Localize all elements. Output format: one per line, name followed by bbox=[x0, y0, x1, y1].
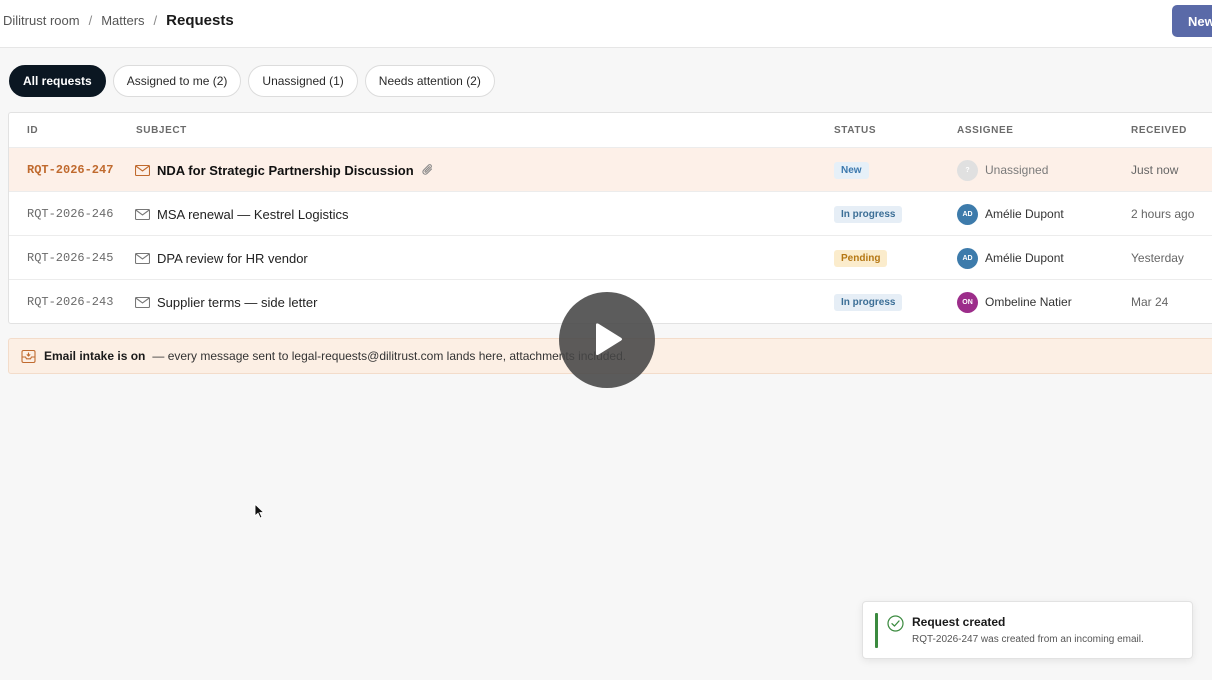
request-id: RQT-2026-247 bbox=[27, 163, 114, 177]
breadcrumb-separator: / bbox=[153, 13, 158, 28]
toast-message: RQT-2026-247 was created from an incomin… bbox=[912, 634, 1144, 645]
request-id: RQT-2026-246 bbox=[27, 207, 114, 221]
avatar: ON bbox=[957, 291, 978, 313]
breadcrumb-dilitrust-room[interactable]: Dilitrust room bbox=[3, 13, 80, 28]
check-circle-icon bbox=[887, 615, 904, 632]
request-subject: DPA review for HR vendor bbox=[157, 250, 308, 266]
tab-needs-attention[interactable]: Needs attention (2) bbox=[364, 65, 495, 97]
request-id: RQT-2026-245 bbox=[27, 251, 114, 265]
mail-icon bbox=[135, 164, 150, 176]
assignee-name: Unassigned bbox=[985, 163, 1049, 177]
banner-text: — every message sent to legal-requests@d… bbox=[152, 349, 627, 363]
table-row[interactable]: RQT-2026-247 NDA for Strategic Partnersh… bbox=[9, 148, 1212, 192]
request-id: RQT-2026-243 bbox=[27, 295, 114, 309]
avatar: AD bbox=[957, 247, 978, 269]
table-row[interactable]: RQT-2026-246 MSA renewal — Kestrel Logis… bbox=[9, 192, 1212, 236]
breadcrumb: Dilitrust room / Matters / Requests bbox=[3, 12, 234, 29]
new-request-button[interactable]: New bbox=[1172, 5, 1212, 37]
toast-accent-bar bbox=[875, 613, 878, 648]
video-play-button[interactable] bbox=[559, 292, 655, 388]
play-icon bbox=[596, 323, 623, 356]
column-header-id[interactable]: ID bbox=[27, 125, 38, 136]
request-subject: MSA renewal — Kestrel Logistics bbox=[157, 206, 349, 222]
assignee-name: Amélie Dupont bbox=[985, 251, 1064, 265]
table-row[interactable]: RQT-2026-245 DPA review for HR vendor Pe… bbox=[9, 236, 1212, 280]
tab-unassigned[interactable]: Unassigned (1) bbox=[248, 65, 358, 97]
column-header-assignee[interactable]: ASSIGNEE bbox=[957, 125, 1013, 136]
status-badge: In progress bbox=[834, 293, 903, 311]
breadcrumb-separator: / bbox=[88, 13, 93, 28]
request-subject: Supplier terms — side letter bbox=[157, 294, 318, 310]
mail-icon bbox=[135, 296, 150, 308]
received-time: Just now bbox=[1131, 163, 1179, 177]
tab-assigned-to-me[interactable]: Assigned to me (2) bbox=[112, 65, 242, 97]
toast-title: Request created bbox=[912, 615, 1006, 629]
status-badge: In progress bbox=[834, 205, 903, 223]
column-header-received[interactable]: RECEIVED bbox=[1131, 125, 1187, 136]
tab-all-requests[interactable]: All requests bbox=[9, 65, 106, 97]
mail-icon bbox=[135, 208, 150, 220]
filter-tabs: All requests Assigned to me (2) Unassign… bbox=[9, 65, 495, 97]
toast-notification: Request created RQT-2026-247 was created… bbox=[862, 601, 1193, 659]
column-header-status[interactable]: STATUS bbox=[834, 125, 876, 136]
inbox-icon bbox=[21, 349, 36, 363]
received-time: Mar 24 bbox=[1131, 295, 1169, 309]
received-time: Yesterday bbox=[1131, 251, 1184, 265]
banner-title: Email intake is on bbox=[44, 349, 146, 363]
page-title: Requests bbox=[166, 12, 234, 29]
table-header: ID SUBJECT STATUS ASSIGNEE RECEIVED bbox=[9, 113, 1212, 148]
status-badge: New bbox=[834, 161, 869, 179]
received-time: 2 hours ago bbox=[1131, 207, 1195, 221]
assignee-name: Amélie Dupont bbox=[985, 207, 1064, 221]
status-badge: Pending bbox=[834, 249, 888, 267]
breadcrumb-matters[interactable]: Matters bbox=[101, 13, 144, 28]
top-bar: Dilitrust room / Matters / Requests New bbox=[0, 0, 1212, 48]
column-header-subject[interactable]: SUBJECT bbox=[136, 125, 187, 136]
paperclip-icon bbox=[422, 164, 432, 175]
mouse-cursor-icon bbox=[254, 503, 265, 519]
avatar: AD bbox=[957, 203, 978, 225]
avatar: ? bbox=[957, 159, 978, 181]
assignee-name: Ombeline Natier bbox=[985, 295, 1072, 309]
request-subject: NDA for Strategic Partnership Discussion bbox=[157, 162, 414, 178]
mail-icon bbox=[135, 252, 150, 264]
